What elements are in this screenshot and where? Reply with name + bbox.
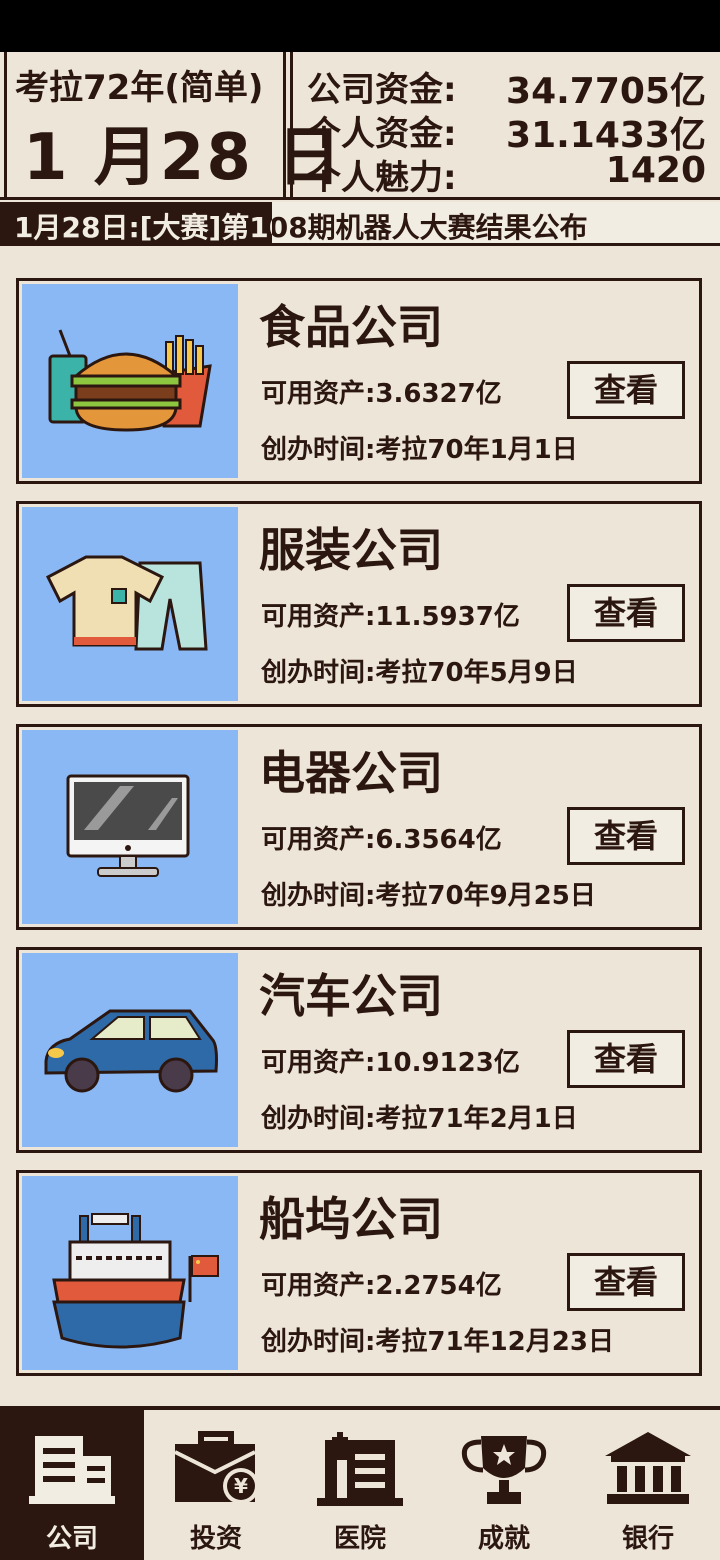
company-name: 服装公司 — [259, 523, 443, 577]
company-name: 汽车公司 — [259, 969, 443, 1023]
nav-label: 银行 — [621, 1524, 674, 1554]
news-ticker: 1月28日:[大赛]第108期机器人大赛结果公布 1月28日:[大赛]第108期… — [0, 202, 720, 246]
company-card-clothing[interactable]: 服装公司 可用资产:11.5937亿 创办时间:考拉70年5月9日 查看 — [16, 501, 702, 707]
company-founded: 创办时间:考拉70年1月1日 — [261, 435, 578, 465]
building-icon — [29, 1436, 115, 1504]
view-button[interactable]: 查看 — [567, 1253, 685, 1311]
company-image — [22, 507, 238, 701]
company-founded: 创办时间:考拉70年5月9日 — [261, 658, 578, 688]
company-assets: 可用资产:6.3564亿 — [261, 825, 502, 855]
header: 考拉72年(简单) 1 月28 日 公司资金: 34.7705亿 个人资金: 3… — [0, 52, 720, 200]
nav-bank[interactable]: 银行 — [576, 1410, 720, 1560]
company-image — [22, 284, 238, 478]
car-icon — [44, 1009, 218, 1093]
nav-investment[interactable]: ¥ 投资 — [144, 1410, 288, 1560]
bottom-nav: 公司 ¥ 投资 医院 成就 银行 — [0, 1406, 720, 1560]
trophy-icon — [461, 1436, 547, 1504]
bank-icon — [605, 1432, 691, 1504]
company-assets: 可用资产:11.5937亿 — [261, 602, 520, 632]
charisma-row: 个人魅力: 1420 — [307, 150, 706, 198]
news-ticker-highlight: 1月28日:[大赛]第108期机器人大赛结果公布 — [0, 202, 272, 244]
company-assets: 可用资产:3.6327亿 — [261, 379, 502, 409]
company-image — [22, 730, 238, 924]
company-image — [22, 953, 238, 1147]
view-button[interactable]: 查看 — [567, 807, 685, 865]
view-button[interactable]: 查看 — [567, 1030, 685, 1088]
company-image — [22, 1176, 238, 1370]
nav-label: 成就 — [477, 1524, 530, 1554]
company-funds-row: 公司资金: 34.7705亿 — [307, 62, 706, 112]
company-card-car[interactable]: 汽车公司 可用资产:10.9123亿 创办时间:考拉71年2月1日 查看 — [16, 947, 702, 1153]
company-funds-label: 公司资金: — [307, 70, 457, 110]
game-year: 考拉72年(简单) — [15, 68, 264, 108]
briefcase-yen-icon: ¥ — [174, 1431, 259, 1504]
charisma-label: 个人魅力: — [307, 158, 457, 198]
company-founded: 创办时间:考拉71年2月1日 — [261, 1104, 578, 1134]
nav-label: 投资 — [189, 1524, 242, 1554]
status-bar — [0, 0, 720, 52]
company-founded: 创办时间:考拉70年9月25日 — [261, 881, 596, 911]
nav-hospital[interactable]: 医院 — [288, 1410, 432, 1560]
nav-label: 医院 — [333, 1524, 386, 1554]
company-founded: 创办时间:考拉71年12月23日 — [261, 1327, 614, 1357]
monitor-icon — [66, 774, 190, 877]
personal-funds-label: 个人资金: — [307, 114, 457, 154]
view-button[interactable]: 查看 — [567, 584, 685, 642]
nav-company[interactable]: 公司 — [0, 1410, 144, 1560]
company-name: 电器公司 — [259, 746, 443, 800]
date-box: 考拉72年(简单) 1 月28 日 — [4, 52, 341, 200]
hospital-icon — [317, 1432, 403, 1506]
news-text-highlight: 1月28日:[大赛]第108期机器人大赛结果公布 — [14, 211, 272, 244]
company-card-electronics[interactable]: 电器公司 可用资产:6.3564亿 创办时间:考拉70年9月25日 查看 — [16, 724, 702, 930]
company-name: 食品公司 — [259, 300, 443, 354]
company-assets: 可用资产:2.2754亿 — [261, 1271, 502, 1301]
company-card-shipyard[interactable]: 船坞公司 可用资产:2.2754亿 创办时间:考拉71年12月23日 查看 — [16, 1170, 702, 1376]
view-button[interactable]: 查看 — [567, 361, 685, 419]
svg-text:¥: ¥ — [234, 1474, 248, 1498]
company-assets: 可用资产:10.9123亿 — [261, 1048, 520, 1078]
funds-panel: 公司资金: 34.7705亿 个人资金: 31.1433亿 个人魅力: 1420 — [290, 52, 720, 200]
food-icon — [48, 329, 212, 432]
ship-icon — [52, 1213, 219, 1349]
charisma-value: 1420 — [605, 150, 706, 191]
nav-achievements[interactable]: 成就 — [432, 1410, 576, 1560]
company-name: 船坞公司 — [259, 1192, 443, 1246]
clothing-icon — [46, 555, 208, 651]
nav-label: 公司 — [45, 1524, 98, 1554]
company-card-food[interactable]: 食品公司 可用资产:3.6327亿 创办时间:考拉70年1月1日 查看 — [16, 278, 702, 484]
personal-funds-row: 个人资金: 31.1433亿 — [307, 106, 706, 156]
